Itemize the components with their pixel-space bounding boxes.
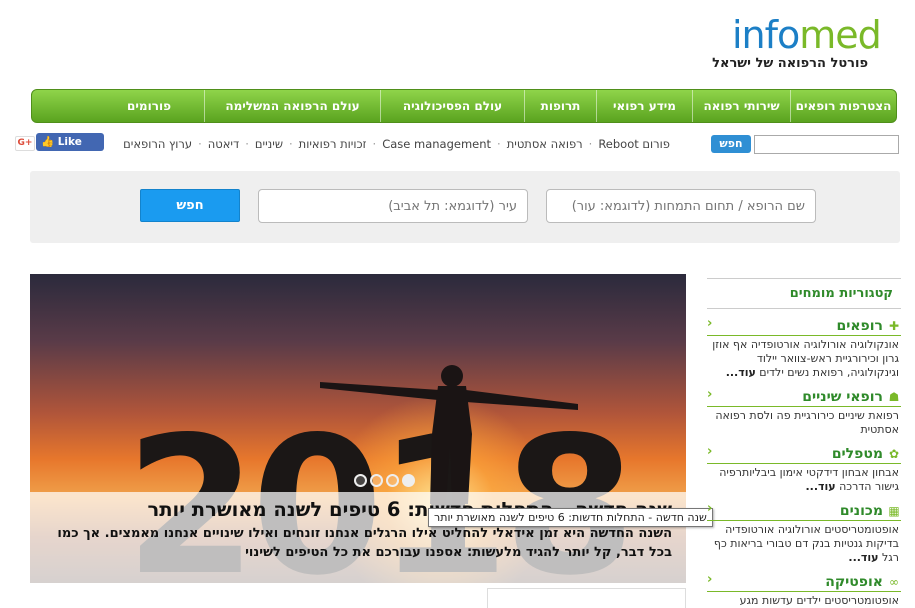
- secondary-link-6[interactable]: ערוץ הרופאים: [123, 137, 192, 153]
- link-separator: ·: [372, 137, 377, 151]
- secondary-links: פורום Reboot · רפואה אסתטית · Case managemen…: [110, 137, 670, 153]
- category-name[interactable]: רופאי שיניים: [802, 389, 883, 405]
- secondary-link-0[interactable]: פורום Reboot: [598, 137, 670, 153]
- content-box: [487, 588, 686, 608]
- link-separator: ·: [198, 137, 202, 151]
- chevron-left-icon[interactable]: ‹: [707, 316, 712, 331]
- expert-categories: קטגוריות מומחים ✚ רופאים ‹ אונקולוגיה אורול…: [707, 278, 901, 608]
- nav-item-3[interactable]: תרופות: [524, 90, 596, 122]
- nav-item-1[interactable]: שירותי רפואה: [692, 90, 790, 122]
- link-separator: ·: [289, 137, 293, 151]
- secondary-link-1[interactable]: רפואה אסתטית: [507, 137, 583, 153]
- chevron-left-icon[interactable]: ‹: [707, 444, 712, 459]
- thumbs-up-icon: 👍: [41, 136, 58, 148]
- slider-dot-1[interactable]: [354, 474, 367, 487]
- category-1: ☗ רופאי שיניים ‹ רפואת שיניים כירורגיית פה …: [707, 387, 901, 437]
- category-subtopics: רפואת שיניים כירורגיית פה ולסת רפואה אסת…: [707, 407, 901, 437]
- link-separator: ·: [497, 137, 501, 151]
- subtopics-text: אופטומטריסטים ילדים עדשות מגע: [739, 594, 899, 607]
- secondary-link-5[interactable]: דיאטה: [208, 137, 240, 153]
- slider-dot-2[interactable]: [370, 474, 383, 487]
- more-link[interactable]: עוד...: [805, 480, 835, 493]
- category-header[interactable]: ☗ רופאי שיניים: [707, 389, 901, 407]
- nav-item-6[interactable]: פורומים: [94, 90, 204, 122]
- category-4: ∞ אופטיקה ‹ אופטומטריסטים ילדים עדשות מגע: [707, 572, 901, 608]
- nav-item-0[interactable]: הצטרפות רופאים: [790, 90, 896, 122]
- building-icon: ▦: [888, 504, 900, 518]
- category-header[interactable]: ✿ מטפלים: [707, 446, 901, 464]
- medkit-icon: ✚: [888, 319, 900, 333]
- glasses-icon: ∞: [889, 575, 899, 589]
- chevron-left-icon[interactable]: ‹: [707, 387, 712, 402]
- secondary-link-2[interactable]: Case management: [382, 137, 491, 153]
- chevron-left-icon[interactable]: ‹: [707, 501, 712, 516]
- nav-item-5[interactable]: עולם הרפואה המשלימה: [204, 90, 380, 122]
- category-name[interactable]: מטפלים: [832, 446, 883, 462]
- category-subtopics: אבחון אבחון דידקטי אימון ביבליותרפיה גיש…: [707, 464, 901, 494]
- google-plus-button[interactable]: G+: [15, 136, 35, 151]
- secondary-link-3[interactable]: זכויות רפואיות: [299, 137, 367, 153]
- category-name[interactable]: רופאים: [836, 318, 883, 334]
- slider-pagination: [354, 474, 415, 487]
- logo-wordmark: infomed: [732, 13, 882, 57]
- hero-title-tooltip: שנה חדשה - התחלות חדשות: 6 טיפים לשנה מא…: [428, 508, 713, 527]
- link-separator: ·: [245, 137, 249, 151]
- subtopics-text: רפואת שיניים כירורגיית פה ולסת רפואה אסת…: [715, 409, 899, 436]
- nav-item-2[interactable]: מידע רפואי: [596, 90, 692, 122]
- category-subtopics: אופטומטריסטים אורולוגיה אורטופדיה בדיקות…: [707, 521, 901, 565]
- lotus-icon: ✿: [888, 447, 900, 461]
- category-name[interactable]: אופטיקה: [825, 574, 883, 590]
- main-navigation: הצטרפות רופאים שירותי רפואה מידע רפואי תרופ…: [31, 89, 897, 123]
- site-search-button[interactable]: חפש: [711, 135, 751, 153]
- hero-caption[interactable]: שנה חדשה - התחלות חדשות: 6 טיפים לשנה מא…: [30, 492, 686, 583]
- category-subtopics: אופטומטריסטים ילדים עדשות מגע: [707, 592, 901, 608]
- infomed-logo[interactable]: infomed פורטל הרפואה של ישראל: [712, 10, 890, 75]
- more-link[interactable]: עוד...: [848, 551, 878, 564]
- category-0: ✚ רופאים ‹ אונקולוגיה אורולוגיה אורטופדיה א…: [707, 316, 901, 380]
- category-3: ▦ מכונים ‹ אופטומטריסטים אורולוגיה אורטופדי…: [707, 501, 901, 565]
- facebook-like-button[interactable]: 👍 Like 52K: [36, 133, 104, 166]
- tooth-icon: ☗: [888, 390, 900, 404]
- logo-tagline: פורטל הרפואה של ישראל: [712, 56, 868, 71]
- category-2: ✿ מטפלים ‹ אבחון אבחון דידקטי אימון ביבליות…: [707, 444, 901, 494]
- slider-dot-4[interactable]: [402, 474, 415, 487]
- chevron-left-icon[interactable]: ‹: [707, 572, 712, 587]
- slider-dot-3[interactable]: [386, 474, 399, 487]
- category-subtopics: אונקולוגיה אורולוגיה אורטופדיה אף אוזן ג…: [707, 336, 901, 380]
- finder-search-button[interactable]: חפש: [140, 189, 240, 222]
- category-header[interactable]: ✚ רופאים: [707, 318, 901, 336]
- site-search: חפש: [711, 135, 899, 154]
- doctor-finder: חפש: [30, 171, 900, 243]
- categories-title: קטגוריות מומחים: [707, 278, 901, 309]
- nav-item-4[interactable]: עולם הפסיכולוגיה: [380, 90, 524, 122]
- city-input[interactable]: [258, 189, 528, 223]
- category-header[interactable]: ∞ אופטיקה: [707, 574, 901, 592]
- link-separator: ·: [588, 137, 593, 151]
- hero-summary: השנה החדשה היא זמן אידאלי להחליט אילו הר…: [57, 526, 672, 560]
- doctor-specialty-input[interactable]: [546, 189, 816, 223]
- hero-slider[interactable]: 2018 שנה חדשה - התחלות חדשות: 6 טיפים לש…: [30, 274, 686, 583]
- category-header[interactable]: ▦ מכונים: [707, 503, 901, 521]
- more-link[interactable]: עוד...: [726, 366, 756, 379]
- category-name[interactable]: מכונים: [840, 503, 883, 519]
- secondary-link-4[interactable]: שיניים: [255, 137, 283, 153]
- site-search-input[interactable]: [754, 135, 899, 154]
